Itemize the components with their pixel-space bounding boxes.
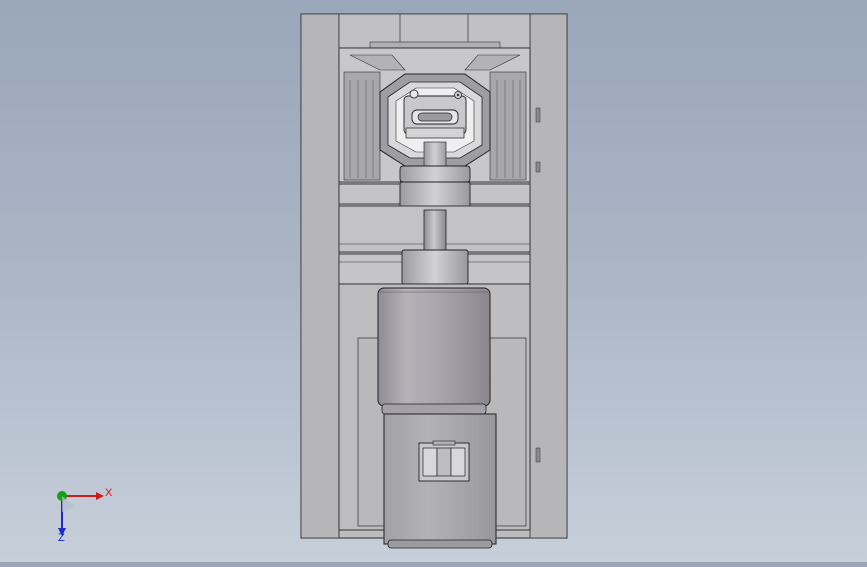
x-axis-label: X — [105, 487, 113, 499]
shaft — [423, 209, 447, 253]
z-axis-label: Z — [58, 532, 65, 544]
left-side-plate — [300, 13, 340, 539]
right-side-plate — [529, 13, 568, 539]
model-drawing — [300, 13, 568, 549]
motor-upper-body — [377, 287, 491, 407]
upper-coupling — [399, 165, 471, 183]
x-axis-arrow — [96, 492, 104, 500]
cad-3d-viewport[interactable]: X Z — [0, 0, 867, 562]
coordinate-triad[interactable]: X Z — [48, 482, 118, 544]
